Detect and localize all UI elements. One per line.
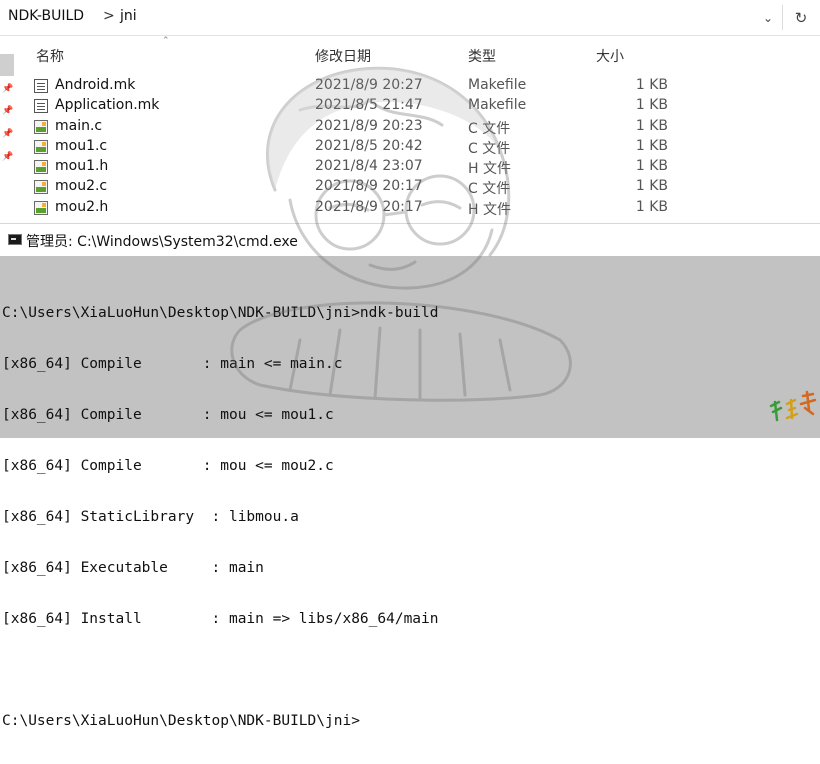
file-date: 2021/8/9 20:27 xyxy=(315,77,423,93)
terminal-line: [x86_64] Install : main => libs/x86_64/m… xyxy=(2,611,439,627)
file-size: 1 KB xyxy=(635,199,668,215)
breadcrumb-ndk-build[interactable]: NDK-BUILD xyxy=(8,8,84,24)
file-name: mou2.h xyxy=(55,199,109,215)
file-type: H 文件 xyxy=(468,161,511,177)
terminal-output[interactable]: C:\Users\XiaLuoHun\Desktop\NDK-BUILD\jni… xyxy=(2,271,439,764)
chevron-down-icon[interactable]: ⌄ xyxy=(755,0,781,35)
file-name: mou1.h xyxy=(55,158,109,174)
c-file-icon xyxy=(34,120,48,134)
file-date: 2021/8/4 23:07 xyxy=(315,158,423,174)
cmd-title-bar[interactable]: 管理员: C:\Windows\System32\cmd.exe xyxy=(0,223,820,256)
terminal-line: [x86_64] Executable : main xyxy=(2,560,264,576)
pin-icon: 📌 xyxy=(2,129,14,139)
terminal-line: [x86_64] StaticLibrary : libmou.a xyxy=(2,509,299,525)
file-size: 1 KB xyxy=(635,178,668,194)
column-header-name[interactable]: 名称 xyxy=(36,46,64,66)
address-bar[interactable]: NDK-BUILD > jni ⌄ ↻ xyxy=(0,0,820,36)
terminal-line: [x86_64] Compile : mou <= mou1.c xyxy=(2,407,334,423)
file-row-mou1-c[interactable]: mou1.c 2021/8/5 20:42 C 文件 1 KB xyxy=(34,137,694,157)
watermark-logo-icon xyxy=(769,390,817,422)
file-type: Makefile xyxy=(468,77,527,93)
file-size: 1 KB xyxy=(635,158,668,174)
file-date: 2021/8/9 20:17 xyxy=(315,178,423,194)
file-type: C 文件 xyxy=(468,141,511,157)
breadcrumb-jni[interactable]: jni xyxy=(120,8,137,24)
file-date: 2021/8/5 20:42 xyxy=(315,138,423,154)
terminal-line: C:\Users\XiaLuoHun\Desktop\NDK-BUILD\jni… xyxy=(2,713,360,729)
file-size: 1 KB xyxy=(635,138,668,154)
file-date: 2021/8/9 20:23 xyxy=(315,118,423,134)
file-row-mou2-h[interactable]: mou2.h 2021/8/9 20:17 H 文件 1 KB xyxy=(34,198,694,218)
file-row-mou1-h[interactable]: mou1.h 2021/8/4 23:07 H 文件 1 KB xyxy=(34,157,694,177)
file-type: C 文件 xyxy=(468,181,511,197)
terminal-line: C:\Users\XiaLuoHun\Desktop\NDK-BUILD\jni… xyxy=(2,305,439,321)
file-type: H 文件 xyxy=(468,202,511,218)
file-row-android-mk[interactable]: Android.mk 2021/8/9 20:27 Makefile 1 KB xyxy=(34,76,694,96)
c-file-icon xyxy=(34,140,48,154)
console-icon xyxy=(8,234,22,245)
file-type: C 文件 xyxy=(468,121,511,137)
file-row-main-c[interactable]: main.c 2021/8/9 20:23 C 文件 1 KB xyxy=(34,117,694,137)
file-date: 2021/8/5 21:47 xyxy=(315,97,423,113)
file-name: Application.mk xyxy=(55,97,160,113)
sort-up-icon: ⌃ xyxy=(162,36,170,46)
file-size: 1 KB xyxy=(635,97,668,113)
c-file-icon xyxy=(34,180,48,194)
file-row-application-mk[interactable]: Application.mk 2021/8/5 21:47 Makefile 1… xyxy=(34,96,694,116)
pin-icon: 📌 xyxy=(2,106,14,116)
file-size: 1 KB xyxy=(635,118,668,134)
column-header-size[interactable]: 大小 xyxy=(596,46,624,66)
file-row-mou2-c[interactable]: mou2.c 2021/8/9 20:17 C 文件 1 KB xyxy=(34,177,694,197)
cmd-window[interactable]: 管理员: C:\Windows\System32\cmd.exe C:\User… xyxy=(0,223,820,729)
terminal-line: [x86_64] Compile : mou <= mou2.c xyxy=(2,458,334,474)
file-name: main.c xyxy=(55,118,103,134)
divider xyxy=(782,5,783,30)
breadcrumb-separator: > xyxy=(103,8,115,24)
terminal-line: [x86_64] Compile : main <= main.c xyxy=(2,356,343,372)
cmd-window-title: 管理员: C:\Windows\System32\cmd.exe xyxy=(26,234,298,250)
navigation-pane: 📌 📌 📌 📌 xyxy=(0,36,14,223)
file-name: mou2.c xyxy=(55,178,108,194)
column-header-type[interactable]: 类型 xyxy=(468,46,496,66)
pin-icon: 📌 xyxy=(2,84,14,94)
refresh-icon[interactable]: ↻ xyxy=(786,0,816,35)
file-type: Makefile xyxy=(468,97,527,113)
h-file-icon xyxy=(34,160,48,174)
file-explorer-window: NDK-BUILD > jni ⌄ ↻ 📌 📌 📌 📌 ⌃ 名称 修改日期 类型… xyxy=(0,0,820,223)
file-name: Android.mk xyxy=(55,77,136,93)
makefile-icon xyxy=(34,79,48,93)
navigation-scrollbar[interactable] xyxy=(0,54,14,76)
file-date: 2021/8/9 20:17 xyxy=(315,199,423,215)
file-size: 1 KB xyxy=(635,77,668,93)
h-file-icon xyxy=(34,201,48,215)
makefile-icon xyxy=(34,99,48,113)
pin-icon: 📌 xyxy=(2,152,14,162)
column-header-modified[interactable]: 修改日期 xyxy=(315,46,371,66)
file-name: mou1.c xyxy=(55,138,108,154)
